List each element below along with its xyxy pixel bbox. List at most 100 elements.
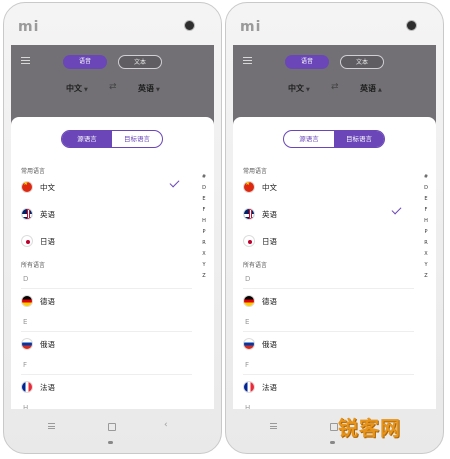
section-divider <box>21 374 192 375</box>
phone-frame-right: mi语音文本中文▼⇄英语▲源语言目标语言常用语言中文英语日语所有语言D德语E俄语… <box>225 2 444 454</box>
target-language-label: 英语 <box>360 84 376 93</box>
section-letter: E <box>245 318 250 326</box>
section-divider <box>243 374 414 375</box>
section-divider <box>243 331 414 332</box>
language-item[interactable]: 俄语 <box>21 334 192 354</box>
flag-fr-icon <box>21 381 33 393</box>
common-languages-title: 常用语言 <box>243 168 268 175</box>
language-item[interactable]: 中文 <box>21 177 192 197</box>
language-name: 法语 <box>262 382 277 392</box>
flag-cn-icon <box>243 181 255 193</box>
checkmark-icon <box>169 177 180 188</box>
index-letter[interactable]: Z <box>424 271 427 282</box>
index-letter[interactable]: # <box>424 172 428 183</box>
menu-icon[interactable] <box>243 57 252 66</box>
swap-icon[interactable]: ⇄ <box>331 82 339 92</box>
index-letter[interactable]: X <box>424 249 427 260</box>
watermark: 锐客网 <box>338 416 401 440</box>
language-name: 英语 <box>40 209 55 219</box>
device-logo: mi <box>18 19 40 35</box>
section-letter: F <box>23 361 28 369</box>
dimmed-header: 语音 文本中文 ▼ ⇄ 英语 ▲ <box>233 45 436 125</box>
index-letter[interactable]: F <box>203 205 206 216</box>
language-name: 俄语 <box>262 339 277 349</box>
source-language-tab[interactable]: 源语言 <box>62 131 112 147</box>
tab-text[interactable]: 文本 <box>340 55 384 69</box>
tab-text[interactable]: 文本 <box>118 55 162 69</box>
target-language-tab[interactable]: 目标语言 <box>112 131 162 147</box>
index-letter[interactable]: F <box>425 205 428 216</box>
language-item[interactable]: 日语 <box>21 231 192 251</box>
language-item[interactable]: 英语 <box>21 204 192 224</box>
language-item[interactable]: 法语 <box>21 377 192 397</box>
flag-jp-icon <box>243 235 255 247</box>
checkmark-icon <box>391 204 402 215</box>
language-name: 中文 <box>262 182 277 192</box>
language-item[interactable]: 法语 <box>243 377 414 397</box>
menu-key-icon[interactable] <box>270 423 277 431</box>
back-key-icon[interactable]: ‹ <box>164 420 168 430</box>
tab-voice[interactable]: 语音 <box>63 55 107 69</box>
index-letter[interactable]: E <box>424 194 427 205</box>
section-letter: H <box>23 404 29 409</box>
chevron-up-icon: ▲ <box>378 87 382 93</box>
swap-icon[interactable]: ⇄ <box>109 82 117 92</box>
target-language-label: 英语 <box>138 84 154 93</box>
language-name: 日语 <box>262 236 277 246</box>
index-letter[interactable]: D <box>424 183 428 194</box>
flag-de-icon <box>21 295 33 307</box>
front-camera <box>184 20 195 31</box>
section-divider <box>21 288 192 289</box>
alphabet-index: # D E F H P R X Y Z <box>200 172 208 282</box>
flag-de-icon <box>243 295 255 307</box>
flag-fr-icon <box>243 381 255 393</box>
index-letter[interactable]: H <box>202 216 206 227</box>
language-name: 英语 <box>262 209 277 219</box>
language-type-toggle: 源语言 目标语言 <box>283 130 385 148</box>
chevron-down-icon: ▼ <box>306 87 310 93</box>
index-letter[interactable]: R <box>202 238 205 249</box>
language-item[interactable]: 德语 <box>243 291 414 311</box>
target-language-tab[interactable]: 目标语言 <box>334 131 384 147</box>
target-language-button[interactable]: 英语 ▼ <box>138 83 160 94</box>
flag-cn-icon <box>21 181 33 193</box>
index-letter[interactable]: H <box>424 216 428 227</box>
common-languages-title: 常用语言 <box>21 168 46 175</box>
flag-uk-icon <box>21 208 33 220</box>
index-letter[interactable]: Y <box>202 260 205 271</box>
index-letter[interactable]: Y <box>424 260 427 271</box>
target-language-button[interactable]: 英语 ▲ <box>360 83 382 94</box>
language-name: 法语 <box>40 382 55 392</box>
language-item[interactable]: 英语 <box>243 204 414 224</box>
section-letter: E <box>23 318 28 326</box>
menu-icon[interactable] <box>21 57 30 66</box>
index-letter[interactable]: D <box>202 183 206 194</box>
index-letter[interactable]: E <box>202 194 205 205</box>
index-letter[interactable]: # <box>202 172 206 183</box>
source-language-tab[interactable]: 源语言 <box>284 131 334 147</box>
language-item[interactable]: 日语 <box>243 231 414 251</box>
language-name: 德语 <box>262 296 277 306</box>
tab-voice[interactable]: 语音 <box>285 55 329 69</box>
source-language-button[interactable]: 中文 ▼ <box>288 83 310 94</box>
home-key-icon[interactable] <box>330 423 338 431</box>
index-letter[interactable]: Z <box>202 271 205 282</box>
index-letter[interactable]: P <box>424 227 427 238</box>
source-language-button[interactable]: 中文 ▼ <box>66 83 88 94</box>
index-letter[interactable]: R <box>424 238 427 249</box>
speaker-dot <box>330 441 335 444</box>
language-name: 德语 <box>40 296 55 306</box>
index-letter[interactable]: X <box>202 249 205 260</box>
home-key-icon[interactable] <box>108 423 116 431</box>
index-letter[interactable]: P <box>202 227 205 238</box>
flag-ru-icon <box>21 338 33 350</box>
alphabet-index: # D E F H P R X Y Z <box>422 172 430 282</box>
language-item[interactable]: 德语 <box>21 291 192 311</box>
speaker-dot <box>108 441 113 444</box>
chevron-down-icon: ▼ <box>84 87 88 93</box>
menu-key-icon[interactable] <box>48 423 55 431</box>
language-item[interactable]: 中文 <box>243 177 414 197</box>
section-divider <box>21 331 192 332</box>
phone-frame-left: mi语音文本中文▼⇄英语▼源语言目标语言常用语言中文英语日语所有语言D德语E俄语… <box>3 2 222 454</box>
language-item[interactable]: 俄语 <box>243 334 414 354</box>
